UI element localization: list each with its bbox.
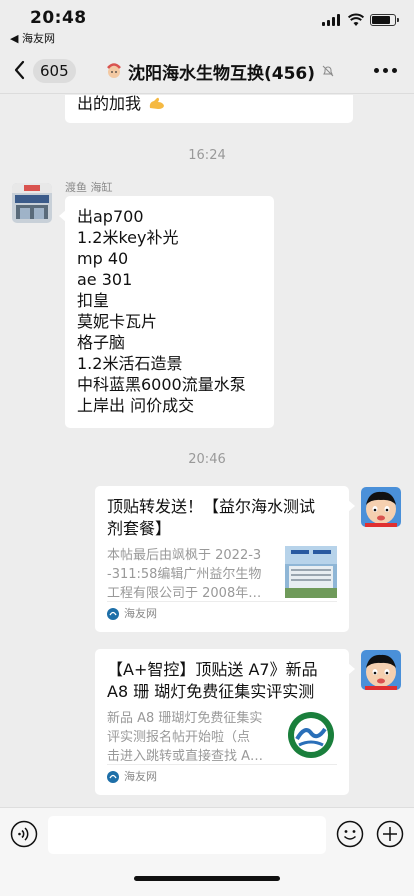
flexed-arm-emoji-icon <box>149 97 165 109</box>
group-emoji-icon <box>107 63 121 78</box>
message-text-line: 出ap700 <box>77 207 144 226</box>
home-indicator <box>134 876 280 881</box>
link-card-body: 本帖最后由飒枫于 2022-3 -311:58编辑广州益尔生物 工程有限公司于 … <box>107 546 337 603</box>
message-text: 出的加我 <box>77 95 142 113</box>
link-card-source: 海友网 <box>107 766 157 787</box>
message-text-line: 格子脑 <box>77 333 126 352</box>
cellular-signal-icon <box>322 14 342 26</box>
message-text-line: 中科蓝黑6000流量水泵 <box>77 375 246 394</box>
message-text-line: 莫妮卡瓦片 <box>77 312 158 331</box>
message-text-line: 扣皇 <box>77 291 110 310</box>
my-avatar[interactable] <box>361 650 401 690</box>
chat-nav-bar: 605 沈阳海水生物互换(456) <box>0 46 414 94</box>
battery-level <box>372 16 390 24</box>
message-text-line: mp 40 <box>77 249 129 268</box>
link-card-divider <box>107 764 337 765</box>
link-card-thumbnail <box>285 546 337 598</box>
my-avatar[interactable] <box>361 487 401 527</box>
message-text-line: 上岸出 问价成交 <box>77 396 195 415</box>
chat-input-bar <box>0 807 414 896</box>
link-card-divider <box>107 601 337 602</box>
message-text-line: ae 301 <box>77 270 133 289</box>
message-list[interactable]: 出的加我 16:24 渡鱼 海缸 出ap700 1.2米key补光 mp 40 ae … <box>0 95 414 807</box>
link-card[interactable]: 顶贴转发送！【益尔海水测试 剂套餐】 本帖最后由飒枫于 2022-3 -311:… <box>95 486 355 632</box>
message-input[interactable] <box>48 816 326 854</box>
battery-icon <box>370 14 399 26</box>
sender-avatar[interactable] <box>12 183 52 223</box>
voice-input-icon[interactable] <box>10 820 38 848</box>
message-timestamp: 20:46 <box>188 452 226 467</box>
unread-count-badge[interactable]: 605 <box>33 59 76 83</box>
link-card-description: 新品 A8 珊瑚灯免费征集实 评实测报名帖开始啦（点 击进入跳转或直接查找 A… <box>107 711 264 764</box>
link-card-description: 本帖最后由飒枫于 2022-3 -311:58编辑广州益尔生物 工程有限公司于 … <box>107 548 262 601</box>
back-chevron-icon[interactable] <box>12 58 28 82</box>
message-bubble-partial[interactable]: 出的加我 <box>65 95 353 123</box>
message-text-line: 1.2米key补光 <box>77 228 179 247</box>
emoji-icon[interactable] <box>336 820 364 848</box>
link-card-title: 【A+智控】顶贴送 A7》新品 A8 珊 瑚灯免费征集实评实测 <box>107 660 318 701</box>
status-bar: 20:48 ◀ 海友网 <box>0 0 414 46</box>
source-logo-icon <box>107 607 119 620</box>
sender-name: 渡鱼 海缸 <box>65 181 113 194</box>
back-to-app-link[interactable]: ◀ 海友网 <box>10 30 55 46</box>
add-attachment-icon[interactable] <box>376 820 404 848</box>
wifi-icon <box>348 13 364 26</box>
link-card-title: 顶贴转发送！【益尔海水测试 剂套餐】 <box>107 497 316 538</box>
link-card-source: 海友网 <box>107 603 157 624</box>
link-card[interactable]: 【A+智控】顶贴送 A7》新品 A8 珊 瑚灯免费征集实评实测 新品 A8 珊瑚… <box>95 649 355 795</box>
mute-bell-icon <box>322 65 334 77</box>
message-bubble[interactable]: 出ap700 1.2米key补光 mp 40 ae 301 扣皇莫妮卡瓦片格子脑 1.2米… <box>59 196 274 428</box>
source-logo-icon <box>107 770 119 783</box>
message-text-line: 1.2米活石造景 <box>77 354 183 373</box>
chat-title-group[interactable]: 沈阳海水生物互换(456) <box>104 58 335 84</box>
chat-title: 沈阳海水生物互换(456) <box>128 63 316 84</box>
message-timestamp: 16:24 <box>188 148 226 163</box>
more-options-button[interactable] <box>374 68 398 74</box>
link-card-body: 新品 A8 珊瑚灯免费征集实 评实测报名帖开始啦（点 击进入跳转或直接查找 A… <box>107 709 337 766</box>
link-card-thumbnail <box>285 709 337 761</box>
status-time: 20:48 <box>30 8 87 28</box>
